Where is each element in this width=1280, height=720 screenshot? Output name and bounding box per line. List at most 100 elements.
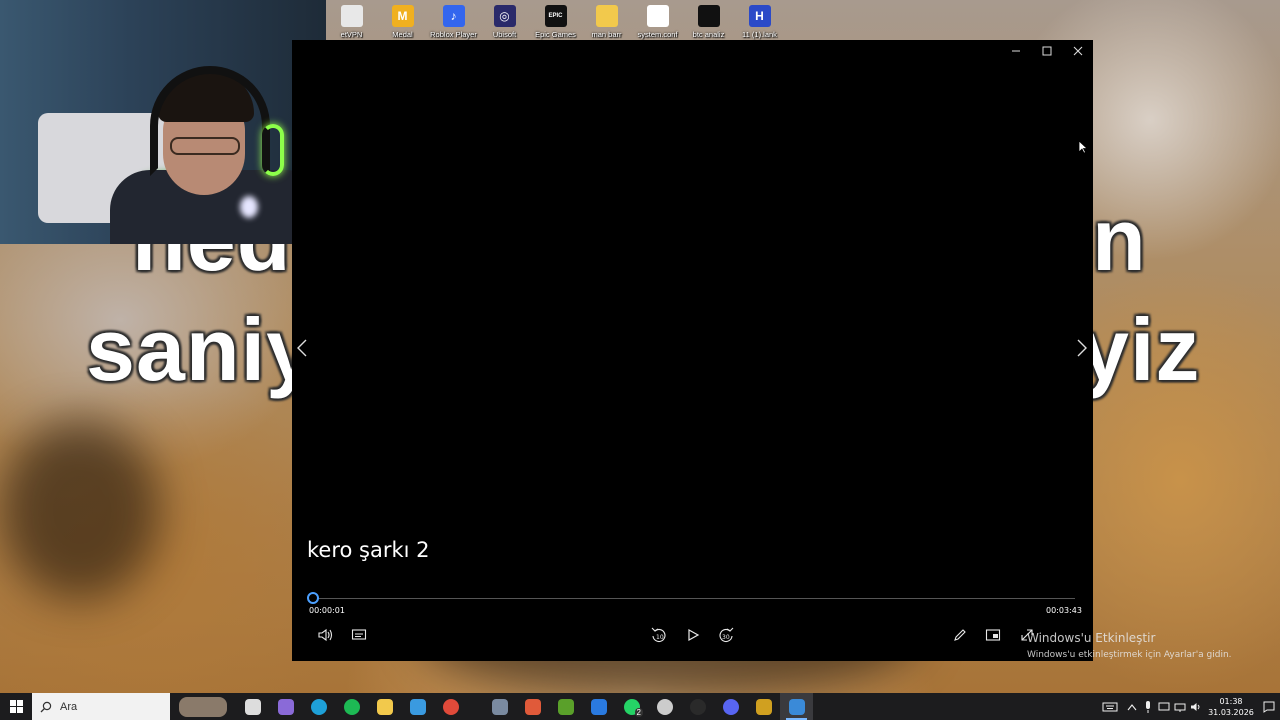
desktop-icon[interactable]: ◎ Ubisoft [479, 0, 530, 40]
taskbar-app-minecraft[interactable] [549, 693, 582, 720]
desktop-icon[interactable]: man barr [581, 0, 632, 40]
network-icon[interactable] [1172, 693, 1188, 720]
mini-view-icon [985, 629, 1001, 641]
task-view-icon [244, 698, 261, 715]
taskbar: Ara 2 01:38 31.03.2026 [0, 693, 1280, 720]
taskbar-app-store[interactable] [401, 693, 434, 720]
taskbar-app-copilot[interactable] [269, 693, 302, 720]
desktop-icon[interactable]: EPIC Epic Games [530, 0, 581, 40]
mouse-cursor-icon [1078, 140, 1089, 159]
chrome-icon [442, 698, 459, 715]
taskbar-app-media-player[interactable] [780, 693, 813, 720]
activation-subtitle: Windows'u etkinleştirmek için Ayarlar'a … [1027, 650, 1232, 660]
pencil-icon [954, 629, 966, 641]
notification-icon [1263, 701, 1275, 713]
maximize-button[interactable] [1031, 40, 1062, 62]
taskbar-app-task-view[interactable] [236, 693, 269, 720]
seek-bar[interactable] [306, 592, 1075, 604]
document-icon [697, 5, 720, 27]
skip-forward-30-icon: 30 [719, 627, 734, 642]
desktop-icon-label: Roblox Player [430, 30, 477, 39]
wallpaper-text-2: n [1092, 190, 1147, 289]
taskbar-app-edge[interactable] [302, 693, 335, 720]
minecraft-icon [557, 698, 574, 715]
chevron-up-icon[interactable] [1124, 693, 1140, 720]
copilot-icon [277, 698, 294, 715]
skip-forward-30-button[interactable]: 30 [715, 626, 737, 644]
current-time: 00:00:01 [309, 606, 345, 615]
desktop-icon[interactable]: system.conf [632, 0, 683, 40]
taskbar-app-mail[interactable] [582, 693, 615, 720]
activation-title: Windows'u Etkinleştir [1027, 631, 1156, 645]
desktop-icon-label: 11 (1).lank [742, 30, 777, 39]
taskbar-app-app-1[interactable] [483, 693, 516, 720]
close-icon [1073, 46, 1082, 56]
unity-icon [656, 698, 673, 715]
desktop-icon[interactable]: ♪ Roblox Player [428, 0, 479, 40]
desktop-icon[interactable]: H 11 (1).lank [734, 0, 785, 40]
keyboard-layout-icon[interactable] [1096, 693, 1124, 720]
close-button[interactable] [1062, 40, 1093, 62]
clock-date: 31.03.2026 [1208, 707, 1254, 717]
subtitles-button[interactable] [348, 626, 370, 644]
notification-center-button[interactable] [1258, 693, 1280, 720]
taskbar-clock[interactable]: 01:38 31.03.2026 [1204, 696, 1258, 718]
media-player-window: kero şarkı 2 00:00:01 00:03:43 10 30 [292, 40, 1093, 661]
taskbar-app-chrome[interactable] [434, 693, 467, 720]
ubisoft-icon: ◎ [493, 5, 516, 27]
clock-time: 01:38 [1219, 696, 1243, 706]
store-icon [409, 698, 426, 715]
taskbar-apps: 2 [170, 693, 813, 720]
microphone-icon[interactable] [1140, 693, 1156, 720]
taskbar-app-app-3[interactable] [747, 693, 780, 720]
previous-arrow-button[interactable] [296, 338, 308, 364]
windows-logo-icon [9, 700, 23, 713]
chevron-right-icon [1077, 339, 1087, 357]
edit-button[interactable] [949, 626, 971, 644]
minimize-button[interactable] [1000, 40, 1031, 62]
taskbar-app-media-app[interactable] [681, 693, 714, 720]
wallpaper-text-3: saniy [86, 300, 317, 399]
system-tray: 01:38 31.03.2026 [1096, 693, 1280, 720]
maximize-icon [1042, 46, 1051, 56]
taskbar-app-spotify[interactable] [335, 693, 368, 720]
desktop-icon[interactable]: M Medal [377, 0, 428, 40]
volume-button[interactable] [314, 626, 336, 644]
taskbar-app-taskbar-widget[interactable] [170, 693, 236, 720]
roblox-icon: ♪ [442, 5, 465, 27]
webcam-overlay [0, 0, 326, 244]
search-placeholder: Ara [60, 700, 78, 713]
taskbar-app-file-explorer[interactable] [368, 693, 401, 720]
desktop-icon-label: man barr [591, 30, 622, 39]
desktop-icon-label: btc analiz [692, 30, 725, 39]
start-button[interactable] [0, 693, 32, 720]
desktop-icon[interactable]: btc analiz [683, 0, 734, 40]
app-3-icon [755, 698, 772, 715]
speaker-icon[interactable] [1188, 693, 1204, 720]
next-arrow-button[interactable] [1076, 338, 1088, 364]
taskbar-search-box[interactable]: Ara [32, 693, 170, 720]
taskbar-app-app-2[interactable] [516, 693, 549, 720]
taskbar-app-unity[interactable] [648, 693, 681, 720]
mini-view-button[interactable] [982, 626, 1004, 644]
volume-icon [318, 628, 333, 642]
display-icon[interactable] [1156, 693, 1172, 720]
svg-text:30: 30 [722, 634, 730, 641]
taskbar-app-whatsapp[interactable]: 2 [615, 693, 648, 720]
skip-back-10-button[interactable]: 10 [648, 626, 670, 644]
media-player-icon [788, 698, 805, 715]
taskbar-app-discord[interactable] [714, 693, 747, 720]
subtitles-icon [351, 629, 367, 640]
h-app-icon: H [748, 5, 771, 27]
epic-games-icon: EPIC [544, 5, 567, 27]
play-button[interactable] [682, 626, 704, 644]
wallpaper-text-4: yiz [1080, 300, 1201, 399]
minimize-icon [1011, 50, 1020, 52]
chevron-left-icon [297, 339, 307, 357]
video-title: kero şarkı 2 [307, 538, 430, 562]
mail-icon [590, 698, 607, 715]
desktop-icon-label: Ubisoft [492, 30, 517, 39]
desktop-icon[interactable]: etVPN [326, 0, 377, 40]
desktop-icon-label: system.conf [637, 30, 678, 39]
seek-bar-thumb[interactable] [306, 592, 319, 604]
